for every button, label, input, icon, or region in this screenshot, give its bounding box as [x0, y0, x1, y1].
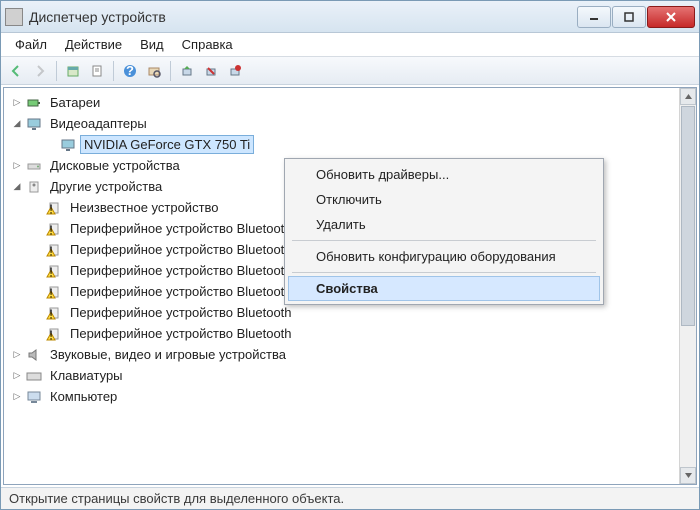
show-hidden-button[interactable]	[62, 60, 84, 82]
node-label: Звуковые, видео и игровые устройства	[46, 345, 290, 364]
warning-device-icon: !	[46, 305, 62, 321]
tree-node-bt-6[interactable]: ! Периферийное устройство Bluetooth	[26, 323, 694, 344]
node-label: Периферийное устройство Bluetooth	[66, 261, 296, 280]
svg-text:!: !	[49, 306, 53, 321]
svg-text:!: !	[49, 327, 53, 342]
svg-text:!: !	[49, 201, 53, 216]
expand-icon[interactable]: ▷	[10, 96, 24, 110]
tree-container[interactable]: ▷ Батареи ◢ Видеоадаптеры	[3, 87, 697, 485]
app-icon	[5, 8, 23, 26]
node-label-selected: NVIDIA GeForce GTX 750 Ti	[80, 135, 254, 154]
scroll-up-button[interactable]	[680, 88, 696, 105]
ctx-disable[interactable]: Отключить	[288, 187, 600, 212]
ctx-separator-2	[292, 272, 596, 273]
update-driver-button[interactable]	[176, 60, 198, 82]
tree-node-bt-5[interactable]: ! Периферийное устройство Bluetooth	[26, 302, 694, 323]
node-label: Периферийное устройство Bluetooth	[66, 240, 296, 259]
toolbar-separator	[56, 61, 57, 81]
toolbar: ?	[1, 57, 699, 85]
ctx-remove[interactable]: Удалить	[288, 212, 600, 237]
warning-device-icon: !	[46, 284, 62, 300]
minimize-button[interactable]	[577, 6, 611, 28]
svg-text:!: !	[49, 285, 53, 300]
context-menu: Обновить драйверы... Отключить Удалить О…	[284, 158, 604, 305]
svg-text:!: !	[49, 222, 53, 237]
node-label: Компьютер	[46, 387, 121, 406]
window-buttons	[577, 6, 695, 28]
keyboard-icon	[26, 368, 42, 384]
ctx-scan-hardware[interactable]: Обновить конфигурацию оборудования	[288, 244, 600, 269]
help-button[interactable]: ?	[119, 60, 141, 82]
ctx-separator	[292, 240, 596, 241]
node-label: Периферийное устройство Bluetooth	[66, 219, 296, 238]
content-area: ▷ Батареи ◢ Видеоадаптеры	[1, 85, 699, 487]
maximize-button[interactable]	[612, 6, 646, 28]
toolbar-separator-3	[170, 61, 171, 81]
monitor-icon	[26, 116, 42, 132]
disable-button[interactable]	[224, 60, 246, 82]
status-text: Открытие страницы свойств для выделенног…	[9, 491, 344, 506]
tree-node-sound[interactable]: ▷ Звуковые, видео и игровые устройства	[6, 344, 694, 365]
uninstall-button[interactable]	[200, 60, 222, 82]
expand-icon[interactable]: ▷	[10, 369, 24, 383]
menu-help[interactable]: Справка	[174, 35, 241, 54]
toolbar-separator-2	[113, 61, 114, 81]
ctx-properties[interactable]: Свойства	[288, 276, 600, 301]
svg-text:!: !	[49, 243, 53, 258]
properties-button[interactable]	[86, 60, 108, 82]
expand-icon[interactable]: ▷	[10, 390, 24, 404]
drive-icon	[26, 158, 42, 174]
node-label: Периферийное устройство Bluetooth	[66, 324, 296, 343]
svg-text:?: ?	[126, 64, 134, 78]
monitor-icon	[60, 137, 76, 153]
warning-device-icon: !	[46, 200, 62, 216]
device-icon	[26, 179, 42, 195]
tree-node-keyboards[interactable]: ▷ Клавиатуры	[6, 365, 694, 386]
vertical-scrollbar[interactable]	[679, 88, 696, 484]
nav-back-button[interactable]	[5, 60, 27, 82]
statusbar: Открытие страницы свойств для выделенног…	[1, 487, 699, 509]
scroll-thumb[interactable]	[681, 106, 695, 326]
node-label: Другие устройства	[46, 177, 166, 196]
expand-icon[interactable]: ▷	[10, 159, 24, 173]
expand-icon[interactable]: ▷	[10, 348, 24, 362]
device-manager-window: Диспетчер устройств Файл Действие Вид Сп…	[0, 0, 700, 510]
scan-button[interactable]	[143, 60, 165, 82]
warning-device-icon: !	[46, 221, 62, 237]
computer-icon	[26, 389, 42, 405]
node-label: Клавиатуры	[46, 366, 127, 385]
node-label: Батареи	[46, 93, 104, 112]
svg-text:!: !	[49, 264, 53, 279]
ctx-update-drivers[interactable]: Обновить драйверы...	[288, 162, 600, 187]
warning-device-icon: !	[46, 263, 62, 279]
battery-icon	[26, 95, 42, 111]
titlebar: Диспетчер устройств	[1, 1, 699, 33]
menubar: Файл Действие Вид Справка	[1, 33, 699, 57]
sound-icon	[26, 347, 42, 363]
menu-view[interactable]: Вид	[132, 35, 172, 54]
nav-forward-button[interactable]	[29, 60, 51, 82]
node-label: Видеоадаптеры	[46, 114, 151, 133]
menu-file[interactable]: Файл	[7, 35, 55, 54]
tree-node-gpu[interactable]: NVIDIA GeForce GTX 750 Ti	[26, 134, 694, 155]
window-title: Диспетчер устройств	[29, 9, 577, 25]
node-label: Дисковые устройства	[46, 156, 184, 175]
node-label: Неизвестное устройство	[66, 198, 223, 217]
tree-node-computer[interactable]: ▷ Компьютер	[6, 386, 694, 407]
close-button[interactable]	[647, 6, 695, 28]
scroll-down-button[interactable]	[680, 467, 696, 484]
warning-device-icon: !	[46, 242, 62, 258]
collapse-icon[interactable]: ◢	[10, 180, 24, 194]
warning-device-icon: !	[46, 326, 62, 342]
node-label: Периферийное устройство Bluetooth	[66, 282, 296, 301]
tree-node-batteries[interactable]: ▷ Батареи	[6, 92, 694, 113]
tree-node-display-adapters[interactable]: ◢ Видеоадаптеры	[6, 113, 694, 134]
node-label: Периферийное устройство Bluetooth	[66, 303, 296, 322]
collapse-icon[interactable]: ◢	[10, 117, 24, 131]
menu-action[interactable]: Действие	[57, 35, 130, 54]
